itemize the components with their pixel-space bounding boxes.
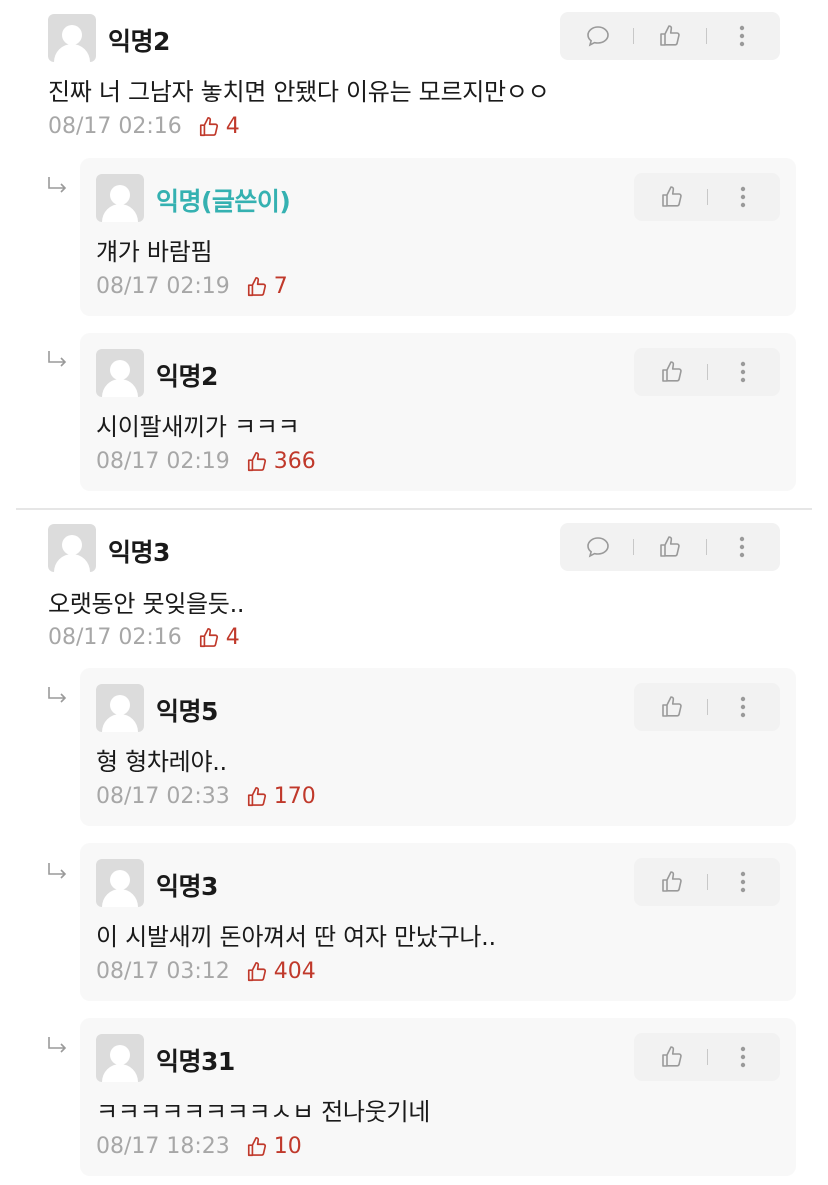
thumbs-up-icon: [247, 961, 266, 981]
reply-author: 익명31: [156, 1047, 235, 1076]
comment-actions: [560, 523, 780, 571]
like-button[interactable]: [652, 687, 692, 727]
thumbs-up-icon: [660, 536, 680, 557]
vertical-dots-icon: [739, 536, 745, 558]
reply-item: 익명2 시이팔새끼가 ㅋㅋㅋ 08/17 02:19 366: [80, 333, 796, 491]
reply-meta: 08/17 03:12 404: [96, 959, 316, 984]
thumbs-up-icon: [247, 276, 266, 296]
avatar: [48, 14, 96, 62]
avatar: [96, 1034, 144, 1082]
reply-actions: [634, 858, 780, 906]
thumbs-up-icon: [247, 1136, 266, 1156]
speech-bubble-icon: [586, 26, 609, 47]
reply-meta: 08/17 02:33 170: [96, 784, 316, 809]
reply-item: 익명3 이 시발새끼 돈아껴서 딴 여자 만났구나.. 08/17 03:12 …: [80, 843, 796, 1001]
reply-time: 08/17 02:33: [96, 784, 230, 809]
like-count: 7: [246, 274, 288, 299]
reply-text: 형 형차레야..: [96, 748, 227, 776]
more-button[interactable]: [723, 1037, 763, 1077]
comment-author: 익명3: [108, 538, 170, 567]
vertical-dots-icon: [740, 696, 745, 718]
reply-arrow-icon: [48, 351, 67, 367]
vertical-dots-icon: [740, 1046, 745, 1068]
like-count: 4: [198, 114, 240, 139]
reply-time: 08/17 03:12: [96, 959, 230, 984]
reply-text: 이 시발새끼 돈아껴서 딴 여자 만났구나..: [96, 923, 496, 951]
avatar: [48, 524, 96, 572]
reply-arrow-icon: [48, 177, 67, 193]
thumbs-up-icon: [661, 696, 682, 717]
thumbs-up-icon: [247, 451, 266, 471]
like-button[interactable]: [652, 1037, 692, 1077]
thumbs-up-icon: [661, 871, 682, 892]
reply-text: 시이팔새끼가 ㅋㅋㅋ: [96, 413, 300, 441]
thumbs-up-icon: [199, 116, 218, 136]
vertical-dots-icon: [740, 871, 745, 893]
vertical-dots-icon: [739, 25, 745, 47]
avatar: [96, 174, 144, 222]
like-button[interactable]: [650, 16, 690, 56]
like-button[interactable]: [652, 177, 692, 217]
more-button[interactable]: [723, 687, 763, 727]
reply-time: 08/17 02:19: [96, 274, 230, 299]
vertical-dots-icon: [740, 361, 745, 383]
like-button[interactable]: [652, 352, 692, 392]
thumbs-up-icon: [661, 1046, 682, 1067]
comment-meta: 08/17 02:16 4: [48, 625, 240, 650]
thumbs-up-icon: [199, 627, 218, 647]
vertical-dots-icon: [740, 186, 745, 208]
like-button[interactable]: [652, 862, 692, 902]
avatar: [96, 859, 144, 907]
reply-arrow-icon: [48, 1037, 67, 1053]
comment-text: 오랫동안 못잊을듯..: [48, 590, 245, 618]
reply-button[interactable]: [578, 527, 618, 567]
comment-actions: [560, 12, 780, 60]
reply-arrow-icon: [48, 687, 67, 703]
more-button[interactable]: [723, 177, 763, 217]
reply-button[interactable]: [578, 16, 618, 56]
reply-time: 08/17 02:19: [96, 449, 230, 474]
reply-meta: 08/17 18:23 10: [96, 1134, 302, 1159]
more-button[interactable]: [722, 527, 762, 567]
reply-arrow-icon: [48, 863, 67, 879]
like-count: 10: [246, 1134, 302, 1159]
reply-item: 익명31 ㅋㅋㅋㅋㅋㅋㅋㅋㅅㅂ 전나웃기네 08/17 18:23 10: [80, 1018, 796, 1176]
speech-bubble-icon: [586, 537, 609, 558]
reply-text: ㅋㅋㅋㅋㅋㅋㅋㅋㅅㅂ 전나웃기네: [96, 1098, 431, 1126]
avatar: [96, 349, 144, 397]
reply-author: 익명2: [156, 362, 218, 391]
like-count: 366: [246, 449, 316, 474]
comment-meta: 08/17 02:16 4: [48, 114, 240, 139]
more-button[interactable]: [723, 352, 763, 392]
avatar: [96, 684, 144, 732]
comment-time: 08/17 02:16: [48, 625, 182, 650]
more-button[interactable]: [723, 862, 763, 902]
reply-actions: [634, 1033, 780, 1081]
thumbs-up-icon: [661, 186, 682, 207]
reply-actions: [634, 173, 780, 221]
reply-author: 익명5: [156, 697, 218, 726]
comment-author: 익명2: [108, 27, 170, 56]
thumbs-up-icon: [247, 786, 266, 806]
comment-text: 진짜 너 그남자 놓치면 안됐다 이유는 모르지만ㅇㅇ: [48, 78, 550, 106]
reply-item: 익명5 형 형차레야.. 08/17 02:33 170: [80, 668, 796, 826]
reply-meta: 08/17 02:19 7: [96, 274, 288, 299]
reply-time: 08/17 18:23: [96, 1134, 230, 1159]
reply-actions: [634, 348, 780, 396]
reply-text: 걔가 바람핌: [96, 238, 213, 266]
reply-meta: 08/17 02:19 366: [96, 449, 316, 474]
comment-time: 08/17 02:16: [48, 114, 182, 139]
like-count: 4: [198, 625, 240, 650]
like-button[interactable]: [650, 527, 690, 567]
thread-divider: [16, 508, 812, 510]
thumbs-up-icon: [660, 25, 680, 46]
like-count: 170: [246, 784, 316, 809]
reply-author: 익명3: [156, 872, 218, 901]
thumbs-up-icon: [661, 361, 682, 382]
reply-actions: [634, 683, 780, 731]
more-button[interactable]: [722, 16, 762, 56]
like-count: 404: [246, 959, 316, 984]
reply-item: 익명(글쓴이) 걔가 바람핌 08/17 02:19 7: [80, 158, 796, 316]
reply-author: 익명(글쓴이): [156, 187, 291, 216]
